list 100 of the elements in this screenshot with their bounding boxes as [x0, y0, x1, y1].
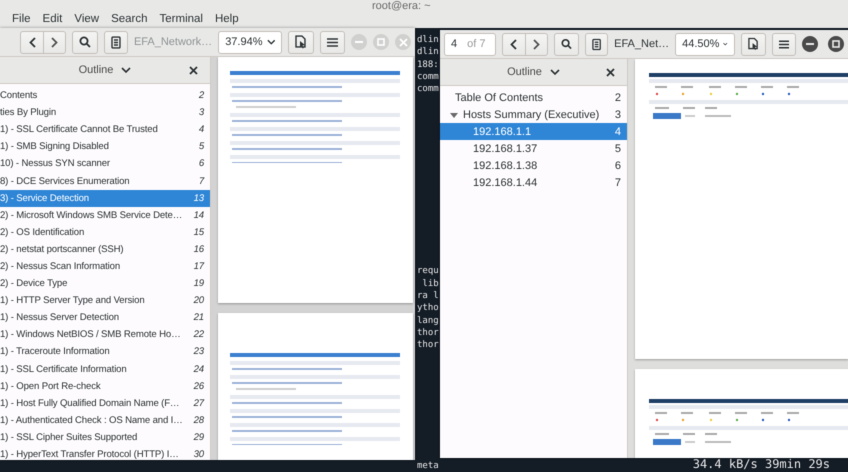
previous-page-button[interactable] [20, 30, 43, 54]
expander-icon[interactable] [450, 110, 458, 119]
previous-page-button[interactable] [502, 32, 525, 56]
page-number: 5 [198, 141, 204, 152]
outline-item[interactable]: 1) - SSL Certificate Information 24 [0, 360, 210, 378]
item-title: 2) - netstat portscanner (SSH) [0, 244, 124, 255]
item-title: 8) - DCE Services Enumeration [0, 176, 130, 187]
page-view-button[interactable] [740, 32, 766, 56]
terminal-line: requ [417, 265, 439, 278]
outline-item[interactable]: 1) - SMB Signing Disabled 5 [0, 138, 210, 156]
outline-item[interactable]: 192.168.1.37 5 [440, 140, 627, 158]
terminal-line: thor [417, 339, 439, 352]
search-button[interactable] [554, 32, 579, 56]
item-title: 1) - HTTP Server Type and Version [0, 295, 146, 306]
outline-item[interactable]: 1) - Host Fully Qualified Domain Name (F… 27 [0, 394, 210, 412]
item-title: 1) - HyperText Transfer Protocol (HTTP) I… [0, 449, 180, 460]
window-title: root@era: ~ [372, 0, 431, 12]
page-number: 7 [614, 177, 621, 190]
page-number: 4 [614, 126, 621, 138]
outline-item[interactable]: 192.168.1.1 4 [440, 123, 627, 140]
terminal-line: comm [417, 70, 439, 84]
close-icon [606, 68, 615, 77]
outline-item[interactable]: 192.168.1.38 6 [440, 157, 627, 174]
outline-item[interactable]: 1) - Traceroute Information 23 [0, 343, 210, 360]
terminal-line: meta [417, 460, 439, 472]
item-title: 2) - Device Type [0, 278, 68, 290]
item-title: 2) - Nessus Scan Information [0, 260, 122, 272]
next-page-button[interactable] [43, 30, 66, 54]
search-icon [560, 38, 572, 50]
page-number: 19 [192, 278, 204, 290]
page-number: 13 [192, 192, 204, 204]
outline-item[interactable]: 2) - Device Type 19 [0, 275, 210, 292]
maximize-button[interactable] [828, 36, 844, 52]
outline-item[interactable]: Contents 2 [0, 87, 210, 104]
item-title: 2) - Microsoft Windows SMB Service Dete… [0, 210, 184, 221]
terminal-line: ra l [417, 290, 439, 302]
outline-item[interactable]: Hosts Summary (Executive) 3 [440, 106, 627, 124]
menu-button[interactable] [772, 32, 796, 56]
menu-item[interactable]: File [6, 13, 37, 25]
outline-item[interactable]: 1) - SSL Certificate Cannot Be Trusted 4 [0, 121, 210, 138]
outline-item[interactable]: Table Of Contents 2 [440, 89, 627, 106]
document-title: EFA_Network… [134, 36, 212, 48]
terminal-line: ytho [417, 302, 439, 315]
outline-item[interactable]: 1) - Open Port Re-check 26 [0, 378, 210, 395]
zoom-dropdown[interactable]: 37.94% [218, 30, 282, 54]
menu-item[interactable]: Search [105, 13, 154, 25]
page-number: 3 [198, 107, 204, 118]
zoom-dropdown[interactable]: 44.50% [675, 32, 735, 56]
search-button[interactable] [72, 30, 98, 54]
outline-item[interactable]: 1) - SSL Cipher Suites Supported 29 [0, 428, 210, 446]
item-title: 1) - Nessus Server Detection [0, 312, 120, 324]
outline-item[interactable]: 1) - Windows NetBIOS / SMB Remote Ho… 22 [0, 326, 210, 344]
outline-item[interactable]: 1) - Nessus Server Detection 21 [0, 309, 210, 326]
close-sidebar-button[interactable] [187, 64, 200, 77]
item-title: 1) - SMB Signing Disabled [0, 141, 110, 152]
outline-dropdown[interactable]: Outline [74, 62, 136, 78]
outline-item[interactable]: 3) - Service Detection 13 [0, 190, 210, 207]
chevron-right-icon [532, 38, 540, 50]
outline-item[interactable]: 2) - netstat portscanner (SSH) 16 [0, 240, 210, 258]
next-page-button[interactable] [524, 32, 548, 56]
outline-item[interactable]: 2) - Nessus Scan Information 17 [0, 258, 210, 276]
terminal-line: lib [421, 278, 439, 290]
caret-icon [550, 69, 560, 75]
item-title: 2) - OS Identification [0, 226, 86, 238]
page-number-field[interactable]: 4 of 7 [444, 32, 496, 56]
outline-item[interactable]: 10) - Nessus SYN scanner 6 [0, 155, 210, 172]
item-title: 192.168.1.38 [473, 160, 538, 172]
outline-item[interactable]: 2) - Microsoft Windows SMB Service Dete… 14 [0, 206, 210, 224]
search-icon [79, 36, 91, 48]
outline-item[interactable]: 8) - DCE Services Enumeration 7 [0, 172, 210, 190]
item-title: 192.168.1.44 [473, 177, 538, 190]
document-icon [110, 36, 121, 48]
outline-item[interactable]: 1) - Authenticated Check : OS Name and I… 28 [0, 412, 210, 429]
menu-button[interactable] [320, 30, 345, 54]
page-number: 24 [192, 364, 204, 375]
item-title: Hosts Summary (Executive) [463, 108, 600, 121]
menu-item[interactable]: View [68, 13, 106, 25]
menu-item[interactable]: Edit [36, 13, 68, 25]
menu-item[interactable]: Terminal [154, 13, 209, 25]
page-number: 5 [614, 142, 621, 155]
item-title: 1) - SSL Cipher Suites Supported [0, 432, 138, 443]
item-title: 1) - Windows NetBIOS / SMB Remote Ho… [0, 329, 182, 340]
sidebar-button[interactable] [584, 32, 608, 56]
outline-item[interactable]: ties By Plugin 3 [0, 104, 210, 122]
outline-item[interactable]: 1) - HTTP Server Type and Version 20 [0, 292, 210, 310]
chevron-right-icon [51, 36, 58, 48]
page-number: 2 [614, 92, 621, 104]
page-number: 28 [192, 414, 204, 426]
outline-item[interactable]: 2) - OS Identification 15 [0, 224, 210, 241]
page-number: 6 [614, 160, 621, 172]
terminal-line: comm [417, 83, 439, 96]
sidebar-button[interactable] [104, 30, 128, 54]
menu-item[interactable]: Help [208, 13, 245, 25]
outline-item[interactable]: 192.168.1.44 7 [440, 174, 627, 192]
outline-dropdown[interactable]: Outline [503, 64, 564, 80]
close-sidebar-button[interactable] [604, 66, 617, 79]
outline-item[interactable]: 1) - HyperText Transfer Protocol (HTTP) I… 30 [0, 446, 210, 460]
minimize-button[interactable] [802, 36, 818, 52]
menu-icon [778, 40, 789, 48]
page-view-button[interactable] [288, 30, 314, 54]
